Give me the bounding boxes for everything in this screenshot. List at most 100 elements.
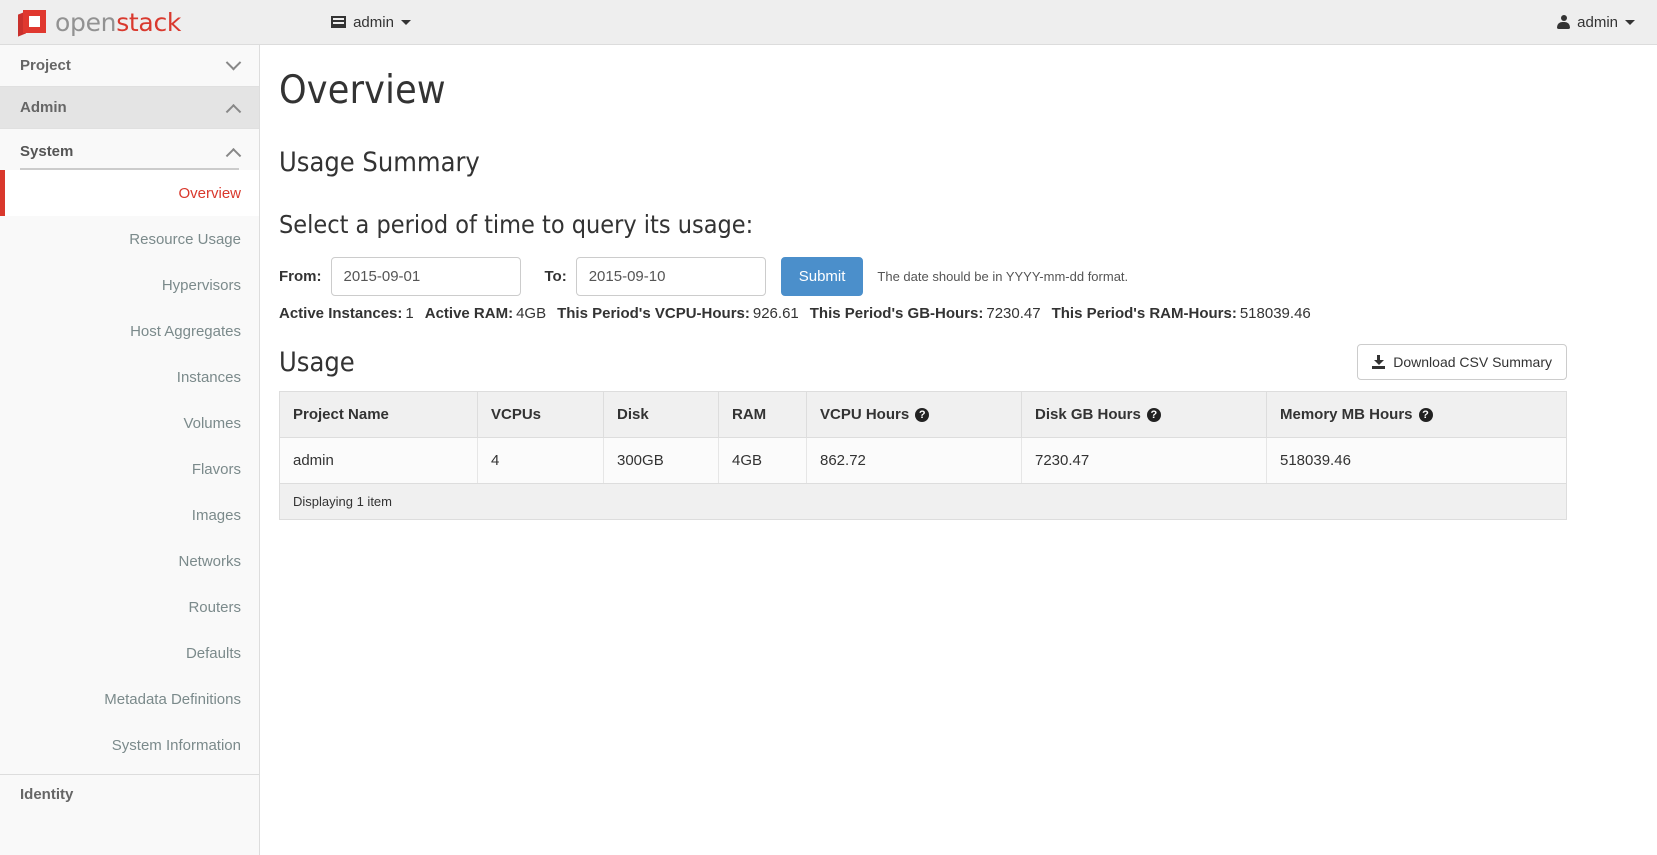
download-icon — [1372, 355, 1386, 369]
project-list-icon — [331, 16, 347, 28]
column-label: Disk — [617, 406, 649, 423]
sidebar-item-host-aggregates[interactable]: Host Aggregates — [0, 308, 259, 354]
stat-value: 4GB — [516, 305, 547, 322]
form-title: Select a period of time to query its usa… — [279, 210, 754, 239]
user-menu-label: admin — [1577, 13, 1618, 31]
sidebar-item-flavors[interactable]: Flavors — [0, 446, 259, 492]
cell-project-name: admin — [279, 437, 478, 484]
column-header-vcpus[interactable]: VCPUs — [477, 391, 604, 438]
sidebar-item-label: Defaults — [185, 644, 241, 662]
user-menu-dropdown[interactable]: admin — [1557, 14, 1635, 31]
logo-text-stack: stack — [116, 7, 182, 37]
openstack-cube-icon — [18, 9, 46, 37]
stat-value: 518039.46 — [1239, 305, 1311, 322]
table-header: Project Name VCPUs Disk RAM VCPU Hours? … — [279, 391, 1567, 438]
from-date-input[interactable] — [330, 257, 521, 296]
table-body: admin 4 300GB 4GB 862.72 7230.47 518039.… — [279, 437, 1567, 484]
column-label: VCPU Hours — [820, 406, 910, 423]
column-header-disk-gb-hours[interactable]: Disk GB Hours? — [1021, 391, 1267, 438]
sidebar-item-networks[interactable]: Networks — [0, 538, 259, 584]
sidebar-item-routers[interactable]: Routers — [0, 584, 259, 630]
main-content: Overview Usage Summary Select a period o… — [261, 45, 1657, 855]
column-label: Disk GB Hours — [1035, 406, 1141, 423]
stat-value: 7230.47 — [986, 305, 1041, 322]
sidebar-item-hypervisors[interactable]: Hypervisors — [0, 262, 259, 308]
project-context-dropdown[interactable]: admin — [331, 14, 411, 31]
sidebar-subsection-system[interactable]: System — [0, 129, 259, 164]
to-date-input[interactable] — [575, 257, 766, 296]
column-label: VCPUs — [491, 406, 542, 423]
sidebar-item-system-information[interactable]: System Information — [0, 722, 259, 768]
column-header-project-name[interactable]: Project Name — [279, 391, 478, 438]
sidebar-group-identity[interactable]: Identity — [0, 775, 259, 815]
usage-table: Project Name VCPUs Disk RAM VCPU Hours? … — [279, 391, 1567, 520]
sidebar-item-label: Hypervisors — [161, 276, 241, 294]
cell-vcpus: 4 — [477, 437, 604, 484]
date-format-hint: The date should be in YYYY-mm-dd format. — [877, 269, 1129, 284]
download-csv-label: Download CSV Summary — [1393, 354, 1552, 370]
help-icon[interactable]: ? — [915, 408, 930, 422]
download-csv-summary-button[interactable]: Download CSV Summary — [1357, 344, 1567, 380]
cell-ram: 4GB — [718, 437, 807, 484]
sidebar-item-label: Resource Usage — [129, 230, 241, 248]
sidebar-group-admin[interactable]: Admin — [0, 87, 259, 129]
sidebar-item-label: Volumes — [183, 414, 241, 432]
table-header-row: Project Name VCPUs Disk RAM VCPU Hours? … — [279, 391, 1567, 438]
chevron-up-icon — [225, 147, 242, 164]
cell-disk: 300GB — [603, 437, 719, 484]
column-header-vcpu-hours[interactable]: VCPU Hours? — [806, 391, 1022, 438]
sidebar-item-label: Flavors — [191, 460, 241, 478]
column-header-ram[interactable]: RAM — [718, 391, 807, 438]
from-label: From: — [279, 268, 322, 285]
chevron-down-icon — [400, 19, 411, 25]
help-icon[interactable]: ? — [1418, 408, 1433, 422]
logo-text-open: open — [55, 7, 117, 37]
cell-memory-mb-hours: 518039.46 — [1266, 437, 1567, 484]
to-label: To: — [544, 268, 567, 285]
sidebar-group-project-label: Project — [20, 57, 71, 74]
help-icon[interactable]: ? — [1146, 408, 1161, 422]
sidebar-item-resource-usage[interactable]: Resource Usage — [0, 216, 259, 262]
sidebar-group-identity-label: Identity — [20, 786, 74, 803]
column-header-memory-mb-hours[interactable]: Memory MB Hours? — [1266, 391, 1567, 438]
sidebar-item-volumes[interactable]: Volumes — [0, 400, 259, 446]
sidebar-item-metadata-definitions[interactable]: Metadata Definitions — [0, 676, 259, 722]
sidebar-item-label: Routers — [188, 598, 241, 616]
page-title: Overview — [279, 68, 446, 113]
sidebar-navigation: Project Admin System Overview Resource U… — [0, 45, 260, 855]
stat-key: Active RAM: — [424, 305, 514, 322]
user-icon — [1557, 15, 1571, 29]
column-header-disk[interactable]: Disk — [603, 391, 719, 438]
sidebar-item-label: Metadata Definitions — [104, 690, 241, 708]
column-label: Memory MB Hours — [1280, 406, 1413, 423]
chevron-down-icon — [225, 54, 242, 71]
sidebar-item-label: Images — [191, 506, 241, 524]
sidebar-subsection-system-label: System — [20, 143, 74, 160]
sidebar-item-defaults[interactable]: Defaults — [0, 630, 259, 676]
stat-key: This Period's RAM-Hours: — [1051, 305, 1237, 322]
sidebar-item-images[interactable]: Images — [0, 492, 259, 538]
submit-button[interactable]: Submit — [780, 257, 864, 296]
chevron-up-icon — [225, 103, 242, 120]
sidebar-item-label: Overview — [178, 184, 241, 202]
sidebar-item-overview[interactable]: Overview — [0, 170, 259, 216]
sidebar-item-label: Instances — [176, 368, 241, 386]
column-label: Project Name — [293, 406, 389, 423]
date-range-form: From: To: Submit The date should be in Y… — [279, 257, 1567, 296]
table-footer-count: Displaying 1 item — [279, 483, 1567, 520]
usage-table-toolbar: Usage Download CSV Summary — [279, 342, 1567, 382]
usage-stats-summary: Active Instances: 1 Active RAM: 4GB This Per… — [279, 305, 1567, 322]
sidebar-item-instances[interactable]: Instances — [0, 354, 259, 400]
table-row[interactable]: admin 4 300GB 4GB 862.72 7230.47 518039.… — [279, 437, 1567, 484]
sidebar-group-project[interactable]: Project — [0, 45, 259, 87]
sidebar-item-label: Networks — [178, 552, 241, 570]
sidebar-item-label: System Information — [111, 736, 241, 754]
stat-key: This Period's VCPU-Hours: — [557, 305, 750, 322]
sidebar-item-list: Overview Resource Usage Hypervisors Host… — [0, 170, 259, 768]
usage-title: Usage — [279, 346, 355, 378]
stat-value: 926.61 — [752, 305, 799, 322]
chevron-down-icon — [1625, 19, 1635, 25]
openstack-logo[interactable]: openstack — [18, 0, 181, 45]
stat-key: This Period's GB-Hours: — [809, 305, 984, 322]
cell-disk-gb-hours: 7230.47 — [1021, 437, 1267, 484]
